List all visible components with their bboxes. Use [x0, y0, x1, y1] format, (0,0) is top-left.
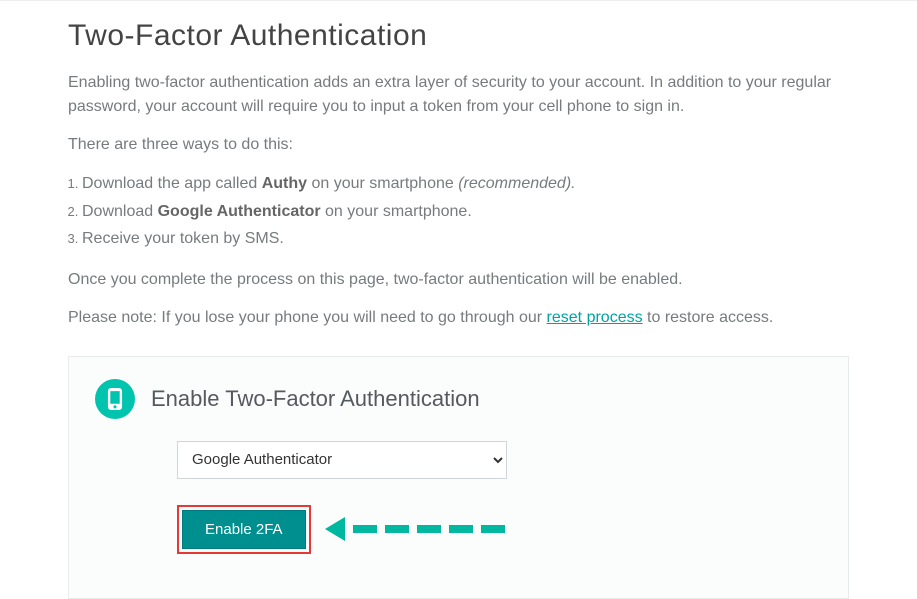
list-bold: Google Authenticator — [158, 203, 321, 220]
list-text: Download — [82, 203, 158, 220]
recommended-label: (recommended). — [458, 175, 575, 192]
list-text: Download the app called — [82, 175, 262, 192]
arrow-dash — [481, 525, 505, 533]
please-note-post: to restore access. — [643, 309, 774, 326]
methods-list: Download the app called Authy on your sm… — [68, 171, 849, 252]
phone-icon — [95, 379, 135, 419]
list-bold: Authy — [262, 175, 307, 192]
arrow-dash — [417, 525, 441, 533]
list-text: on your smartphone — [307, 175, 458, 192]
arrow-annotation — [325, 517, 505, 541]
enable-2fa-card: Enable Two-Factor Authentication Google … — [68, 356, 849, 599]
arrow-dash — [353, 525, 377, 533]
list-item: Download Google Authenticator on your sm… — [82, 199, 849, 225]
card-title: Enable Two-Factor Authentication — [151, 386, 480, 412]
list-text: on your smartphone. — [321, 203, 472, 220]
ways-intro: There are three ways to do this: — [68, 133, 849, 157]
complete-note: Once you complete the process on this pa… — [68, 268, 849, 292]
reset-process-link[interactable]: reset process — [547, 309, 643, 326]
card-header: Enable Two-Factor Authentication — [95, 379, 822, 419]
please-note-pre: Please note: If you lose your phone you … — [68, 309, 547, 326]
list-item: Download the app called Authy on your sm… — [82, 171, 849, 197]
list-item: Receive your token by SMS. — [82, 226, 849, 252]
arrow-dash — [449, 525, 473, 533]
form-row: Google Authenticator Enable 2FA — [95, 441, 822, 554]
page-title: Two-Factor Authentication — [68, 19, 849, 53]
intro-text: Enabling two-factor authentication adds … — [68, 71, 849, 119]
arrow-head-icon — [325, 517, 345, 541]
button-row: Enable 2FA — [177, 505, 822, 554]
please-note: Please note: If you lose your phone you … — [68, 306, 849, 330]
auth-method-select[interactable]: Google Authenticator — [177, 441, 507, 479]
arrow-dash — [385, 525, 409, 533]
highlight-outline: Enable 2FA — [177, 505, 311, 554]
